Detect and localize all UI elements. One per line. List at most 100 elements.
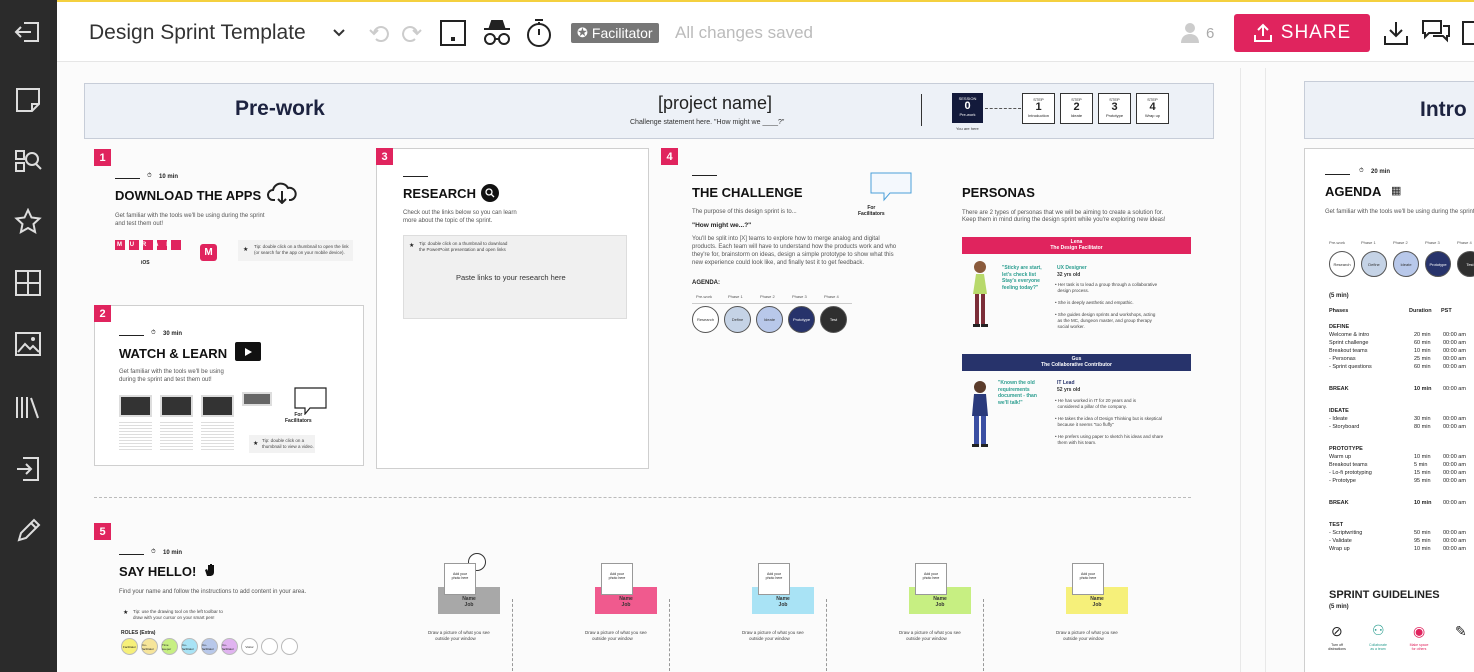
section-time: 20 min bbox=[1371, 169, 1391, 175]
exit-icon[interactable] bbox=[10, 14, 46, 50]
persona-bullets: • Her task is to lead a group through a … bbox=[1055, 282, 1158, 329]
agenda-time: 00:00 am bbox=[1443, 454, 1466, 460]
video-thumbnail[interactable] bbox=[242, 392, 272, 406]
step-2[interactable]: STEP 2 Ideate bbox=[1060, 93, 1093, 124]
mural-app-icon[interactable]: M bbox=[200, 244, 217, 261]
play-icon[interactable] bbox=[235, 342, 261, 361]
you-are-here: You are here bbox=[956, 126, 979, 131]
draw-instruction: outside your window bbox=[1063, 636, 1104, 641]
agenda-time: 00:00 am bbox=[1443, 500, 1466, 506]
mural-canvas[interactable]: Pre-work [project name] Challenge statem… bbox=[57, 62, 1474, 672]
chat-icon[interactable] bbox=[1421, 2, 1451, 64]
guidelines-title: SPRINT GUIDELINES bbox=[1329, 589, 1440, 601]
step-3[interactable]: STEP 3 Prototype bbox=[1098, 93, 1131, 124]
redo-icon[interactable] bbox=[400, 2, 422, 64]
job-label: Job bbox=[464, 602, 474, 608]
video-thumbnail[interactable] bbox=[119, 395, 152, 417]
agenda-duration: 95 min bbox=[1414, 478, 1431, 484]
persona-header-gus[interactable]: Gus The Collaborative Contributor bbox=[962, 354, 1191, 371]
role-circle[interactable] bbox=[261, 638, 278, 655]
role-circle[interactable] bbox=[281, 638, 298, 655]
private-mode-icon[interactable] bbox=[482, 2, 512, 64]
star-icon[interactable] bbox=[10, 204, 46, 240]
video-thumbnail[interactable] bbox=[201, 395, 234, 417]
section-number: 1 bbox=[94, 149, 111, 166]
pencil-icon[interactable] bbox=[10, 513, 46, 549]
draw-instruction: outside your window bbox=[592, 636, 633, 641]
panel-icon[interactable] bbox=[1461, 2, 1474, 64]
agenda-time: 00:00 am bbox=[1443, 546, 1466, 552]
stopwatch-icon: ⏱ bbox=[151, 330, 156, 336]
agenda-duration: 5 min bbox=[1414, 462, 1428, 468]
guideline-label: Turn off distractions bbox=[1328, 643, 1346, 651]
section-desc: more about the topic of the sprint. bbox=[403, 218, 493, 224]
section-desc: Get familiar with the tools we'll be usi… bbox=[115, 213, 265, 219]
cloud-download-icon[interactable] bbox=[267, 182, 297, 209]
step-1[interactable]: STEP 1 Introduction bbox=[1022, 93, 1055, 124]
name-cards: Add your photo here Name Job Draw a picture … bbox=[377, 537, 1207, 672]
role-circle[interactable]: Facilitator bbox=[121, 638, 138, 655]
search-icon[interactable] bbox=[481, 184, 499, 202]
user-count: 6 bbox=[1206, 24, 1215, 42]
photo-placeholder[interactable]: Add your photo here bbox=[1072, 563, 1104, 595]
photo-placeholder[interactable]: Add your photo here bbox=[758, 563, 790, 595]
agenda-circle: Ideate bbox=[756, 306, 783, 333]
draw-instruction: outside your window bbox=[906, 636, 947, 641]
facilitator-badge[interactable]: ✪ Facilitator bbox=[571, 23, 659, 43]
grid-icon[interactable] bbox=[10, 265, 46, 301]
download-icon[interactable] bbox=[1383, 2, 1409, 64]
step-name: Introduction bbox=[1028, 113, 1049, 118]
prework-header[interactable]: Pre-work [project name] Challenge statem… bbox=[84, 83, 1214, 139]
draw-instruction: Draw a picture of what you see bbox=[1056, 630, 1118, 635]
role-circle[interactable]: Co-facilitator bbox=[221, 638, 238, 655]
session-badge[interactable]: SESSION 0 Pre-work bbox=[952, 93, 983, 123]
search-icon[interactable] bbox=[10, 143, 46, 179]
timer-icon[interactable] bbox=[525, 2, 553, 64]
agenda-time: 00:00 am bbox=[1443, 478, 1466, 484]
photo-placeholder[interactable]: Add your photo here bbox=[601, 563, 633, 595]
agenda-duration: 80 min bbox=[1414, 424, 1431, 430]
calendar-icon: ▦ bbox=[1391, 185, 1402, 197]
phase-label: Phase 2 bbox=[760, 294, 775, 299]
stopwatch-icon: ⏱ bbox=[147, 173, 152, 179]
import-icon[interactable] bbox=[10, 451, 46, 487]
agenda-row: - Ideate bbox=[1329, 416, 1348, 422]
agenda-row: DEFINE bbox=[1329, 324, 1350, 330]
divider bbox=[115, 178, 140, 179]
agenda-duration: 15 min bbox=[1414, 470, 1431, 476]
user-icon[interactable] bbox=[1180, 2, 1200, 64]
step-4[interactable]: STEP 4 Wrap up bbox=[1136, 93, 1169, 124]
research-paste-area[interactable]: ★ Tip: double click on a thumbnail to do… bbox=[403, 235, 627, 319]
photo-placeholder[interactable]: Add your photo here bbox=[444, 563, 476, 595]
role-circle[interactable]: Co-facilitator bbox=[141, 638, 158, 655]
outline-icon[interactable] bbox=[439, 2, 467, 64]
agenda-label: AGENDA: bbox=[692, 280, 720, 286]
card-divider bbox=[512, 599, 513, 671]
agenda-time: 00:00 am bbox=[1443, 530, 1466, 536]
video-thumbnail[interactable] bbox=[160, 395, 193, 417]
agenda-time: 00:00 am bbox=[1443, 424, 1466, 430]
for-facilitators: For Facilitators bbox=[858, 205, 885, 217]
photo-placeholder[interactable]: Add your photo here bbox=[915, 563, 947, 595]
sticky-note-icon[interactable] bbox=[10, 82, 46, 118]
intro-header[interactable]: Intro bbox=[1304, 81, 1474, 139]
speech-bubble-icon bbox=[870, 172, 912, 207]
image-icon[interactable] bbox=[10, 326, 46, 362]
chevron-down-icon[interactable] bbox=[332, 2, 346, 64]
role-circle[interactable]: Time keeper bbox=[161, 638, 178, 655]
agenda-circle: Research bbox=[692, 306, 719, 333]
agenda-duration: 30 min bbox=[1414, 416, 1431, 422]
persona-header-lena[interactable]: Lena The Design Facilitator bbox=[962, 237, 1191, 254]
project-name: [project name] bbox=[658, 93, 773, 113]
draw-instruction: Draw a picture of what you see bbox=[742, 630, 804, 635]
phase-label: Phase 1 bbox=[728, 294, 743, 299]
board-title[interactable]: Design Sprint Template bbox=[89, 2, 306, 64]
role-circle[interactable]: Visitor bbox=[241, 638, 258, 655]
share-button[interactable]: SHARE bbox=[1234, 14, 1370, 52]
library-icon[interactable] bbox=[10, 389, 46, 425]
undo-icon[interactable] bbox=[369, 2, 391, 64]
steps-list: STEP 1 Introduction STEP 2 Ideate STEP 3 Prototy… bbox=[1022, 93, 1172, 125]
role-circle[interactable]: Co-facilitator bbox=[201, 638, 218, 655]
role-circle[interactable]: Co-facilitator bbox=[181, 638, 198, 655]
section-title: RESEARCH bbox=[403, 186, 476, 201]
